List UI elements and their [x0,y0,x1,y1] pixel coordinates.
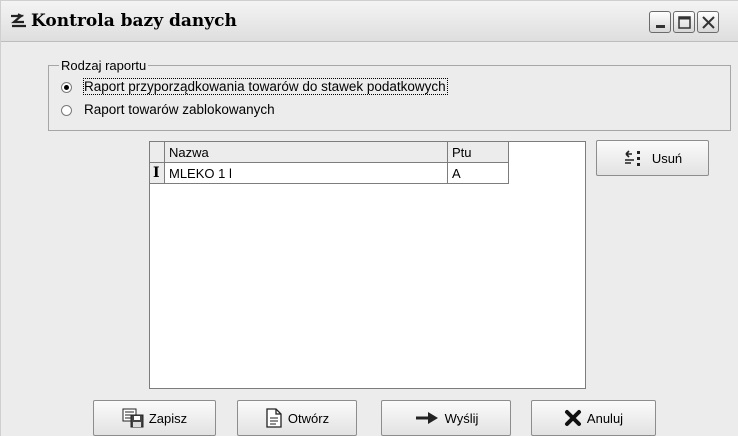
x-cancel-icon [564,410,581,426]
radio-label-blocked-goods: Raport towarów zablokowanych [84,102,275,117]
app-icon [11,13,26,28]
radio-button-tax-rates[interactable] [61,82,72,93]
open-button-label: Otwórz [287,410,330,426]
minimize-icon [656,25,665,28]
minimize-button[interactable] [649,11,671,33]
save-icon [122,408,144,428]
open-document-icon [266,408,282,428]
radio-label-tax-rates: Raport przyporządkowania towarów do staw… [83,78,448,95]
window: Kontrola bazy danych Rodzaj raportu Rapo… [0,0,738,436]
column-header-ptu[interactable]: Ptu [448,142,509,163]
table-corner [150,142,165,163]
save-button-label: Zapisz [148,410,188,426]
radio-button-blocked-goods[interactable] [61,105,72,116]
delete-button-label: Usuń [651,150,683,166]
cell-ptu[interactable]: A [448,163,509,184]
report-type-group [48,65,731,131]
maximize-icon [678,16,691,29]
delete-rows-icon [624,150,640,166]
arrow-right-icon [415,412,438,424]
column-header-nazwa[interactable]: Nazwa [165,142,448,163]
close-icon [702,16,715,29]
report-type-legend: Rodzaj raportu [59,58,149,73]
cell-nazwa[interactable]: MLEKO 1 l [165,163,448,184]
cancel-button-label: Anuluj [586,410,624,426]
maximize-button[interactable] [673,11,695,33]
delete-button[interactable]: Usuń [596,140,709,176]
title-bar[interactable]: Kontrola bazy danych [1,1,738,42]
window-title: Kontrola bazy danych [31,11,237,31]
edit-cursor-icon: I [153,165,160,181]
row-indicator[interactable]: I [150,163,165,184]
close-button[interactable] [697,11,719,33]
cancel-button[interactable]: Anuluj [531,400,656,436]
save-button[interactable]: Zapisz [93,400,216,436]
send-button-label: Wyślij [444,410,479,426]
send-button[interactable]: Wyślij [381,400,511,436]
open-button[interactable]: Otwórz [237,400,357,436]
goods-table[interactable]: Nazwa Ptu I MLEKO 1 l A [149,141,586,389]
